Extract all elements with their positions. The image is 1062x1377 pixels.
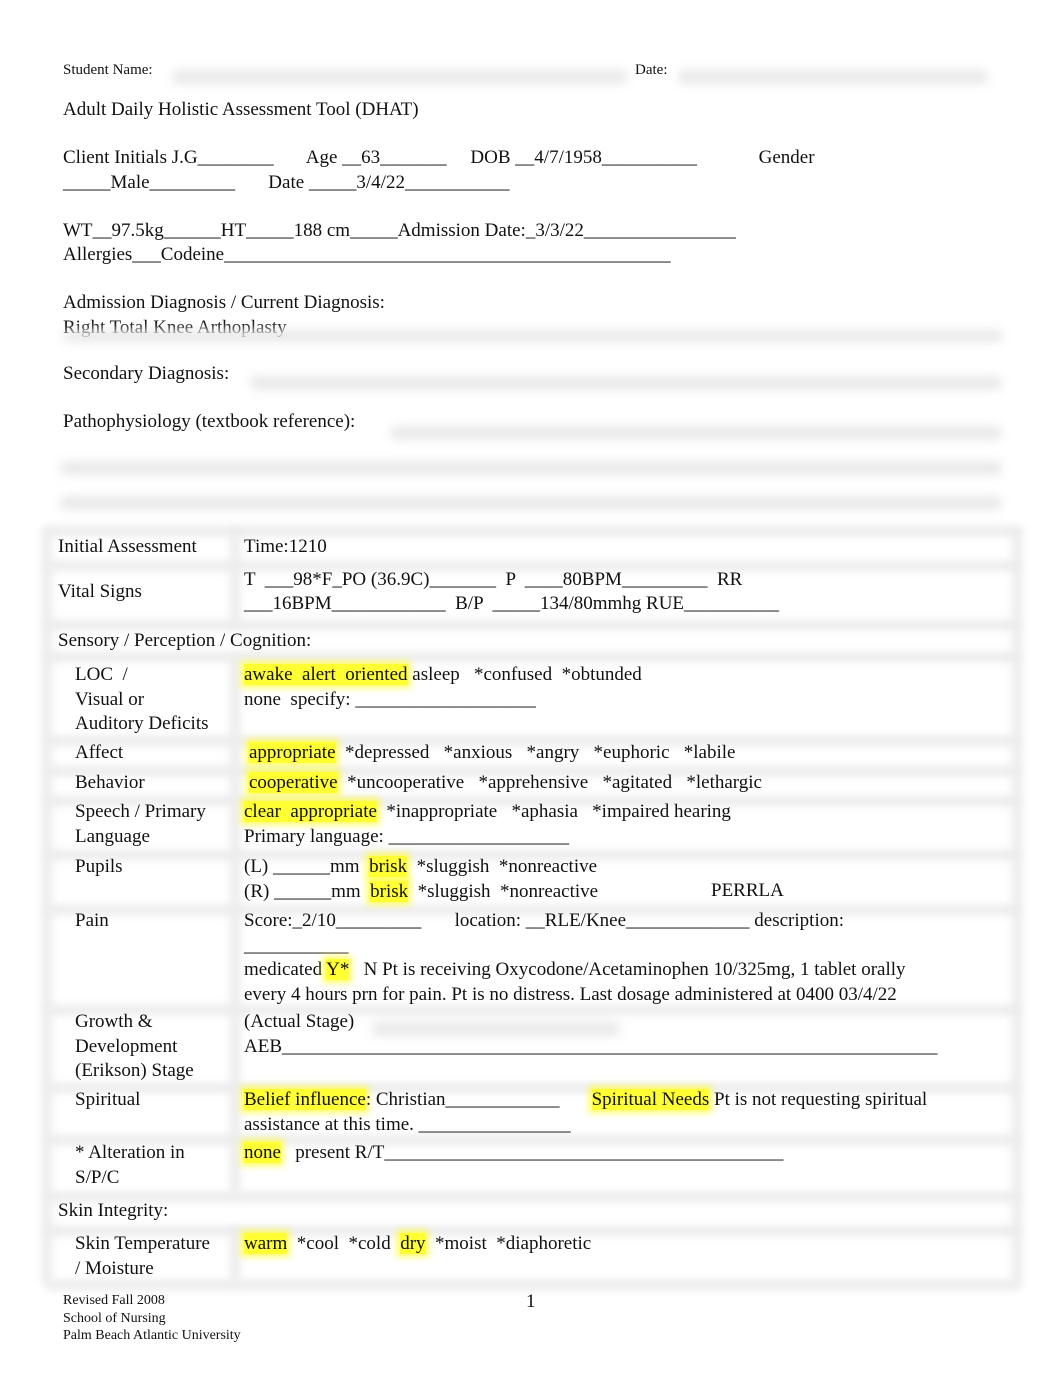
pupil-right-selected[interactable]: brisk [370,880,409,902]
client-info-line-1: Client Initials J.G________ Age __63____… [63,147,815,168]
pain-value: Score:_2/10_________ location: __RLE/Kne… [244,910,906,1005]
redacted-line [63,330,1003,342]
loc-label: LOC / Visual or Auditory Deficits [75,664,209,734]
pathophysiology-redacted [390,426,1002,440]
vital-signs-label: Vital Signs [58,581,142,602]
table-border [230,1228,240,1283]
footer: Revised Fall 2008 School of Nursing Palm… [63,1292,241,1345]
vital-signs-line-1: T ___98*F_PO (36.9C)_______ P ____80BPM_… [244,569,743,590]
affect-label: Affect [75,742,124,763]
table-border [46,620,1020,630]
table-border [46,1192,1020,1202]
student-name-label: Student Name: [63,62,153,78]
alteration-selected-option[interactable]: none [244,1142,281,1163]
footer-school: School of Nursing [63,1310,166,1326]
skin-temperature-value: warm *cool *cold dry *moist *diaphoretic [244,1233,592,1254]
table-border [1012,528,1022,1284]
pupil-left-selected[interactable]: brisk [369,856,408,877]
sensory-section-header: Sensory / Perception / Cognition: [58,630,312,651]
footer-revised: Revised Fall 2008 [63,1293,165,1308]
date-label: Date: [635,62,668,78]
pupils-label: Pupils [75,856,123,877]
medicated-yes-selected[interactable]: Y* [326,959,350,980]
perrla-label: PERRLA [711,880,784,901]
page-number: 1 [526,1291,536,1312]
skin-temp-selected[interactable]: warm [244,1233,288,1254]
behavior-value: cooperative *uncooperative *apprehensive… [249,772,762,793]
table-border [230,528,240,628]
initial-assessment-label: Initial Assessment [58,536,197,557]
growth-label: Growth & Development (Erikson) Stage [75,1011,194,1081]
secondary-diagnosis-redacted [250,376,1002,390]
pathophysiology-label: Pathophysiology (textbook reference): [63,411,356,432]
client-info-line-2: _____Male_________ Date _____3/4/22_____… [63,172,510,193]
spiritual-needs-label: Spiritual Needs [591,1089,710,1110]
alteration-value: none present R/T________________________… [244,1142,784,1163]
pain-label: Pain [75,910,109,931]
pupils-value: (L) ______mm brisk *sluggish *nonreactiv… [244,856,599,902]
pathophysiology-redacted-3 [60,496,1002,510]
footer-university: Palm Beach Atlantic University [63,1328,241,1343]
client-measurements-line: WT__97.5kg______HT_____188 cm_____Admiss… [63,220,736,241]
skin-moisture-selected[interactable]: dry [400,1233,426,1254]
document-title: Adult Daily Holistic Assessment Tool (DH… [63,99,419,120]
behavior-label: Behavior [75,772,145,793]
table-border [46,526,1020,536]
loc-selected-option[interactable]: awake alert oriented [244,664,408,685]
allergies-line: Allergies___Codeine_____________________… [63,244,671,265]
loc-value: awake alert oriented asleep *confused *o… [244,664,642,710]
admission-diagnosis-label: Admission Diagnosis / Current Diagnosis: [63,292,385,313]
spiritual-label: Spiritual [75,1089,141,1110]
erikson-stage-redacted [372,1022,620,1036]
secondary-diagnosis-label: Secondary Diagnosis: [63,363,230,384]
table-border [46,652,1020,662]
table-border [42,528,52,1284]
skin-temperature-label: Skin Temperature / Moisture [75,1233,210,1279]
affect-selected-option[interactable]: appropriate [249,742,336,763]
table-border [230,655,240,1195]
belief-influence-label: Belief influence [244,1089,366,1110]
speech-selected-option[interactable]: clear appropriate [244,801,377,822]
behavior-selected-option[interactable]: cooperative [249,772,338,793]
initial-assessment-time: Time:1210 [244,536,327,557]
table-border [46,1280,1020,1290]
skin-integrity-header: Skin Integrity: [58,1200,169,1221]
vital-signs-line-2: ___16BPM____________ B/P _____134/80mmhg… [244,593,780,614]
spiritual-value: Belief influence: Christian____________ S… [244,1089,928,1135]
speech-value: clear appropriate *inappropriate *aphasi… [244,801,731,847]
student-name-field-redacted[interactable] [172,70,627,84]
speech-label: Speech / Primary Language [75,801,206,847]
alteration-label: * Alteration in S/P/C [75,1142,185,1188]
pathophysiology-redacted-2 [60,461,1002,475]
affect-value: appropriate *depressed *anxious *angry *… [249,742,736,763]
date-field-redacted[interactable] [678,70,988,84]
